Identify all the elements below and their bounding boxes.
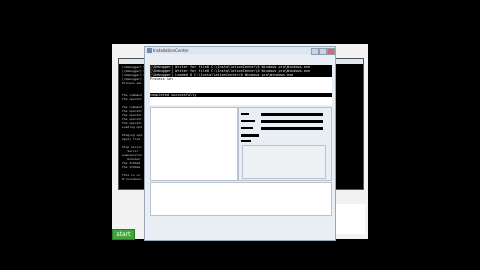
dialog-output: [\Debugger] Writer for file0 C:\Installa… (150, 65, 332, 105)
dialog-title: InstallationCenter (153, 48, 189, 53)
app-icon (147, 48, 152, 53)
field-label-4 (241, 134, 259, 137)
console-line: R:\windows\ (122, 177, 142, 181)
field-input-2[interactable] (261, 120, 323, 123)
left-pane[interactable] (150, 107, 238, 181)
maximize-button[interactable] (319, 48, 327, 55)
console-line: Process sel (122, 81, 142, 85)
dialog-titlebar[interactable]: InstallationCenter (145, 47, 335, 54)
output-line: completed successfully (150, 93, 332, 97)
field-label-3 (241, 127, 253, 129)
log-pane[interactable] (150, 182, 332, 216)
field-label-1 (241, 113, 249, 115)
field-label-5 (241, 140, 251, 142)
installer-dialog[interactable]: InstallationCenter [\Debugger] Writer fo… (144, 46, 336, 241)
minimize-button[interactable] (311, 48, 319, 55)
console-line: Apply from (122, 137, 141, 141)
output-line: Process sel (150, 77, 174, 81)
preview-box (242, 145, 326, 179)
window-corner (335, 204, 365, 234)
field-input-3[interactable] (261, 127, 323, 130)
console-line: The operati (122, 97, 142, 101)
right-pane (238, 107, 332, 181)
start-button[interactable]: start (112, 229, 135, 240)
field-input-1[interactable] (261, 113, 323, 116)
field-label-2 (241, 120, 255, 122)
console-line: Loading upd (122, 125, 142, 129)
console-line: The IntDem (122, 165, 141, 169)
close-button[interactable] (327, 48, 335, 55)
